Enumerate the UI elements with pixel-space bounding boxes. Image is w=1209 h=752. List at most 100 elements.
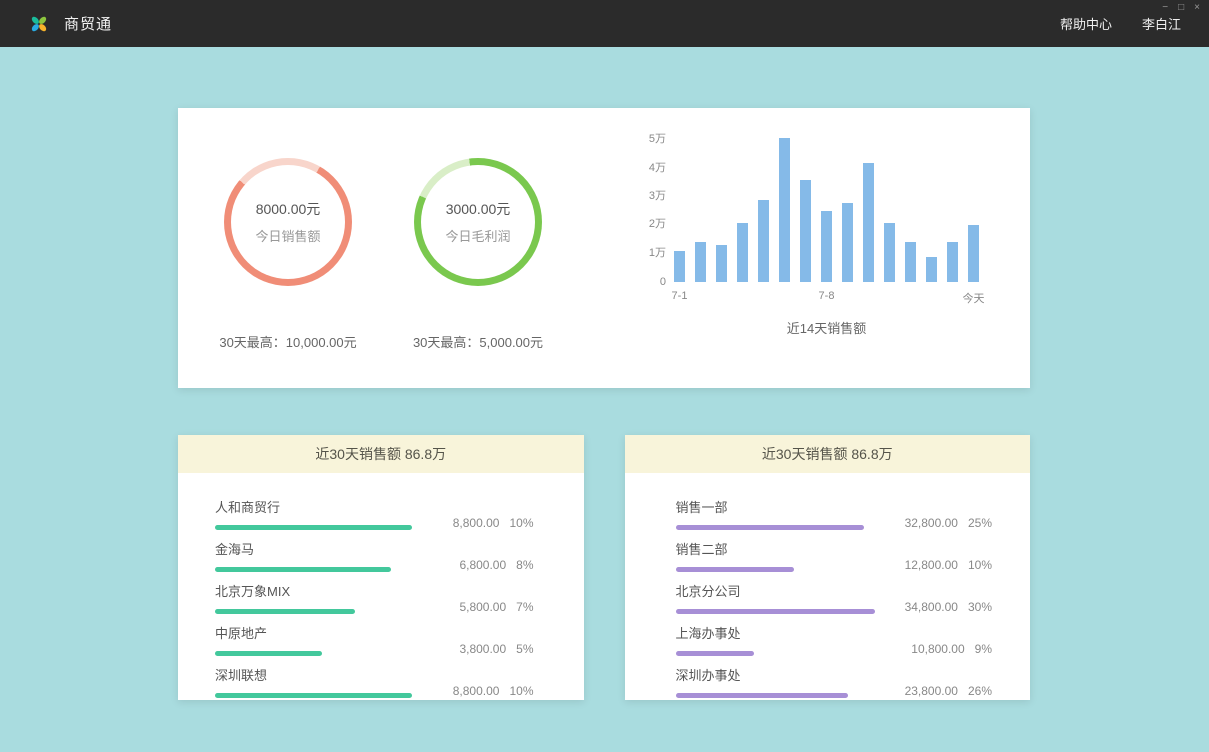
x-axis: 7-17-8今天 — [674, 282, 979, 304]
item-name: 中原地产 — [215, 623, 424, 642]
chart-caption: 近14天销售额 — [674, 318, 979, 337]
chart-bar — [674, 251, 685, 282]
minimize-button-icon[interactable]: − — [1162, 3, 1168, 13]
progress-bar — [215, 525, 412, 530]
today-sales-label: 今日销售额 — [255, 226, 320, 245]
pinwheel-logo-icon — [28, 13, 50, 35]
list-item: 销售二部 12,800.00 10% — [676, 539, 993, 572]
chart-bar — [758, 200, 769, 282]
user-name-link[interactable]: 李白江 — [1142, 14, 1181, 33]
list-item: 人和商贸行 8,800.00 10% — [215, 497, 534, 530]
item-value: 34,800.00 — [905, 600, 958, 614]
today-sales-30day-max: 30天最高：10,000.00元 — [219, 332, 356, 351]
item-name: 深圳办事处 — [676, 665, 883, 684]
item-value: 5,800.00 — [459, 600, 506, 614]
today-profit-donut-ring: 3000.00元 今日毛利润 — [414, 158, 542, 286]
customer-rank-list: 人和商贸行 8,800.00 10% 金海马 6,800.00 8% — [178, 473, 584, 698]
chart-bar — [779, 138, 790, 282]
item-percent: 8% — [516, 558, 533, 572]
sales-bar-chart: 01万2万3万4万5万 7-17-8今天 近14天销售额 — [636, 108, 979, 388]
app-title: 商贸通 — [64, 13, 112, 34]
y-tick-label: 5万 — [649, 130, 666, 146]
close-button-icon[interactable]: × — [1194, 3, 1200, 13]
item-value: 10,800.00 — [911, 642, 964, 656]
customer-rank-card: 近30天销售额 86.8万 人和商贸行 8,800.00 10% 金海马 — [178, 435, 584, 700]
today-sales-donut-ring: 8000.00元 今日销售额 — [224, 158, 352, 286]
progress-bar — [215, 609, 355, 614]
list-item: 北京万象MIX 5,800.00 7% — [215, 581, 534, 614]
item-percent: 10% — [509, 684, 533, 698]
today-profit-value: 3000.00元 — [446, 199, 511, 219]
chart-bar — [884, 223, 895, 282]
rank-cards-row: 近30天销售额 86.8万 人和商贸行 8,800.00 10% 金海马 — [178, 435, 1030, 700]
y-axis: 01万2万3万4万5万 — [636, 132, 666, 282]
window-controls: − □ × — [1162, 3, 1200, 13]
today-profit-ring-block: 3000.00元 今日毛利润 30天最高：5,000.00元 — [383, 108, 573, 388]
list-item: 中原地产 3,800.00 5% — [215, 623, 534, 656]
item-percent: 30% — [968, 600, 992, 614]
department-rank-title: 近30天销售额 86.8万 — [625, 435, 1031, 473]
y-tick-label: 2万 — [649, 215, 666, 231]
list-item: 金海马 6,800.00 8% — [215, 539, 534, 572]
x-tick-label: 7-8 — [819, 290, 835, 302]
x-tick-label: 7-1 — [672, 290, 688, 302]
today-sales-value: 8000.00元 — [256, 199, 321, 219]
item-value: 8,800.00 — [453, 516, 500, 530]
chart-bar — [695, 242, 706, 282]
chart-bar — [926, 257, 937, 282]
chart-bar — [716, 245, 727, 282]
y-tick-label: 1万 — [649, 244, 666, 260]
item-name: 销售一部 — [676, 497, 883, 516]
item-percent: 10% — [509, 516, 533, 530]
bar-chart-plot — [674, 132, 979, 282]
progress-bar — [215, 651, 322, 656]
department-rank-card: 近30天销售额 86.8万 销售一部 32,800.00 25% 销售二部 — [625, 435, 1031, 700]
item-name: 人和商贸行 — [215, 497, 424, 516]
item-name: 销售二部 — [676, 539, 883, 558]
chart-bar — [821, 211, 832, 282]
item-percent: 5% — [516, 642, 533, 656]
item-value: 23,800.00 — [905, 684, 958, 698]
today-profit-30day-max: 30天最高：5,000.00元 — [413, 332, 543, 351]
progress-bar — [676, 693, 848, 698]
item-value: 32,800.00 — [905, 516, 958, 530]
item-percent: 9% — [975, 642, 992, 656]
y-tick-label: 3万 — [649, 187, 666, 203]
progress-bar — [676, 525, 864, 530]
today-profit-label: 今日毛利润 — [445, 226, 510, 245]
customer-rank-title: 近30天销售额 86.8万 — [178, 435, 584, 473]
list-item: 北京分公司 34,800.00 30% — [676, 581, 993, 614]
item-name: 金海马 — [215, 539, 424, 558]
item-value: 3,800.00 — [459, 642, 506, 656]
item-value: 12,800.00 — [905, 558, 958, 572]
item-percent: 7% — [516, 600, 533, 614]
chart-bar — [947, 242, 958, 282]
chart-bar — [737, 223, 748, 282]
summary-card: 8000.00元 今日销售额 30天最高：10,000.00元 3000.00元… — [178, 108, 1030, 388]
chart-bar — [800, 180, 811, 282]
chart-bar — [842, 203, 853, 282]
item-value: 8,800.00 — [453, 684, 500, 698]
list-item: 深圳办事处 23,800.00 26% — [676, 665, 993, 698]
y-tick-label: 4万 — [649, 159, 666, 175]
chart-bar — [905, 242, 916, 282]
item-percent: 10% — [968, 558, 992, 572]
maximize-button-icon[interactable]: □ — [1178, 3, 1184, 13]
today-sales-ring-block: 8000.00元 今日销售额 30天最高：10,000.00元 — [193, 108, 383, 388]
donut-ring-center: 8000.00元 今日销售额 — [231, 165, 345, 279]
item-percent: 26% — [968, 684, 992, 698]
titlebar: − □ × 商贸通 帮助中心 李白江 — [0, 0, 1209, 47]
chart-bar — [863, 163, 874, 282]
progress-bar — [215, 567, 391, 572]
item-name: 深圳联想 — [215, 665, 424, 684]
help-center-link[interactable]: 帮助中心 — [1060, 14, 1112, 33]
item-value: 6,800.00 — [459, 558, 506, 572]
progress-bar — [676, 609, 875, 614]
department-rank-list: 销售一部 32,800.00 25% 销售二部 12,800.00 10% — [625, 473, 1031, 698]
item-percent: 25% — [968, 516, 992, 530]
item-name: 上海办事处 — [676, 623, 883, 642]
item-name: 北京分公司 — [676, 581, 883, 600]
progress-bar — [676, 567, 794, 572]
list-item: 深圳联想 8,800.00 10% — [215, 665, 534, 698]
progress-bar — [215, 693, 412, 698]
